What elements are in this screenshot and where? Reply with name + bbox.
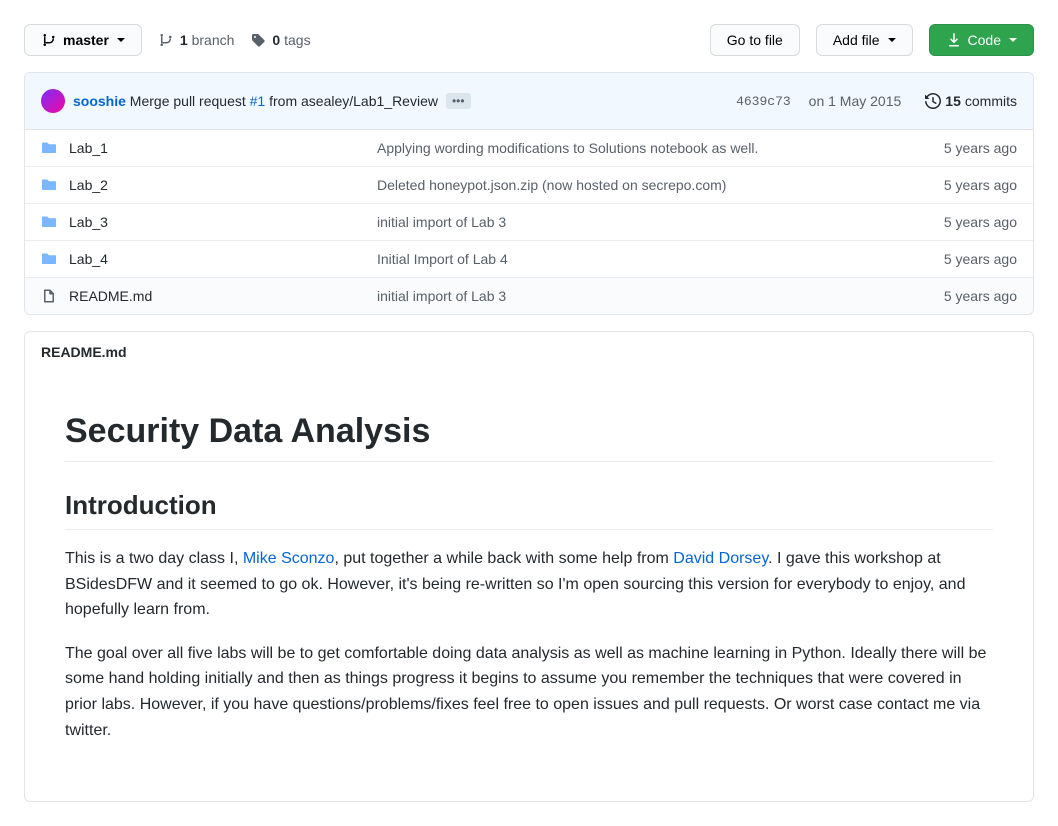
latest-commit-header: sooshie Merge pull request #1 from aseal… — [25, 73, 1033, 130]
code-label: Code — [968, 30, 1001, 50]
git-branch-icon — [41, 32, 57, 48]
file-row: Lab_4 Initial Import of Lab 4 5 years ag… — [25, 241, 1033, 278]
commit-date: on 1 May 2015 — [809, 93, 902, 109]
author-avatar[interactable] — [41, 89, 65, 113]
file-list: Lab_1 Applying wording modifications to … — [25, 130, 1033, 314]
folder-icon — [41, 251, 57, 267]
file-age: 5 years ago — [897, 140, 1017, 156]
chevron-down-icon — [888, 38, 896, 42]
git-branch-icon — [158, 32, 174, 48]
file-row: Lab_1 Applying wording modifications to … — [25, 130, 1033, 167]
tags-link[interactable]: 0 tags — [250, 32, 310, 48]
tag-icon — [250, 32, 266, 48]
branches-label: branch — [192, 32, 235, 48]
chevron-down-icon — [1009, 38, 1017, 42]
author-link[interactable]: sooshie — [73, 93, 126, 109]
folder-icon — [41, 140, 57, 156]
file-age: 5 years ago — [897, 251, 1017, 267]
chevron-down-icon — [117, 38, 125, 42]
readme-p2: The goal over all five labs will be to g… — [65, 641, 993, 743]
file-name-link[interactable]: Lab_2 — [69, 177, 108, 193]
branch-name: master — [63, 30, 109, 50]
branches-link[interactable]: 1 branch — [158, 32, 235, 48]
readme-box: README.md Security Data Analysis Introdu… — [24, 331, 1034, 802]
file-row: Lab_3 initial import of Lab 3 5 years ag… — [25, 204, 1033, 241]
tags-count: 0 — [272, 32, 280, 48]
file-age: 5 years ago — [897, 288, 1017, 304]
branch-selector-button[interactable]: master — [24, 24, 142, 56]
file-name-link[interactable]: README.md — [69, 288, 152, 304]
readme-filename: README.md — [25, 332, 1033, 372]
commits-count: 15 — [945, 93, 961, 109]
commits-history-link[interactable]: 15 commits — [925, 93, 1017, 109]
file-commit-message[interactable]: Initial Import of Lab 4 — [377, 251, 881, 267]
file-row: README.md initial import of Lab 3 5 year… — [25, 278, 1033, 314]
file-name-link[interactable]: Lab_3 — [69, 214, 108, 230]
files-box: sooshie Merge pull request #1 from aseal… — [24, 72, 1034, 315]
pull-request-link[interactable]: #1 — [250, 93, 266, 109]
folder-icon — [41, 177, 57, 193]
file-icon — [41, 288, 57, 304]
file-age: 5 years ago — [897, 214, 1017, 230]
expand-commit-message-button[interactable]: ••• — [446, 93, 471, 109]
author-link-1[interactable]: Mike Sconzo — [243, 550, 335, 567]
folder-icon — [41, 214, 57, 230]
readme-h1: Security Data Analysis — [65, 412, 993, 462]
commit-message-suffix: from asealey/Lab1_Review — [265, 93, 438, 109]
history-icon — [925, 93, 941, 109]
file-commit-message[interactable]: initial import of Lab 3 — [377, 214, 881, 230]
file-commit-message[interactable]: initial import of Lab 3 — [377, 288, 881, 304]
branches-count: 1 — [180, 32, 188, 48]
file-commit-message[interactable]: Applying wording modifications to Soluti… — [377, 140, 881, 156]
file-row: Lab_2 Deleted honeypot.json.zip (now hos… — [25, 167, 1033, 204]
readme-p1: This is a two day class I, Mike Sconzo, … — [65, 546, 993, 623]
commits-label: commits — [965, 93, 1017, 109]
download-icon — [946, 32, 962, 48]
file-name-link[interactable]: Lab_4 — [69, 251, 108, 267]
readme-h2: Introduction — [65, 490, 993, 530]
file-commit-message[interactable]: Deleted honeypot.json.zip (now hosted on… — [377, 177, 881, 193]
add-file-button[interactable]: Add file — [816, 24, 913, 56]
go-to-file-label: Go to file — [727, 30, 783, 50]
add-file-label: Add file — [833, 30, 880, 50]
author-link-2[interactable]: David Dorsey — [673, 550, 768, 567]
commit-message-prefix: Merge pull request — [130, 93, 250, 109]
file-name-link[interactable]: Lab_1 — [69, 140, 108, 156]
repo-toolbar: master 1 branch 0 tags Go to file Add fi… — [24, 24, 1034, 56]
readme-content: Security Data Analysis Introduction This… — [25, 372, 1033, 801]
go-to-file-button[interactable]: Go to file — [710, 24, 800, 56]
file-age: 5 years ago — [897, 177, 1017, 193]
commit-sha[interactable]: 4639c73 — [736, 94, 791, 109]
tags-label: tags — [284, 32, 310, 48]
code-download-button[interactable]: Code — [929, 24, 1034, 56]
